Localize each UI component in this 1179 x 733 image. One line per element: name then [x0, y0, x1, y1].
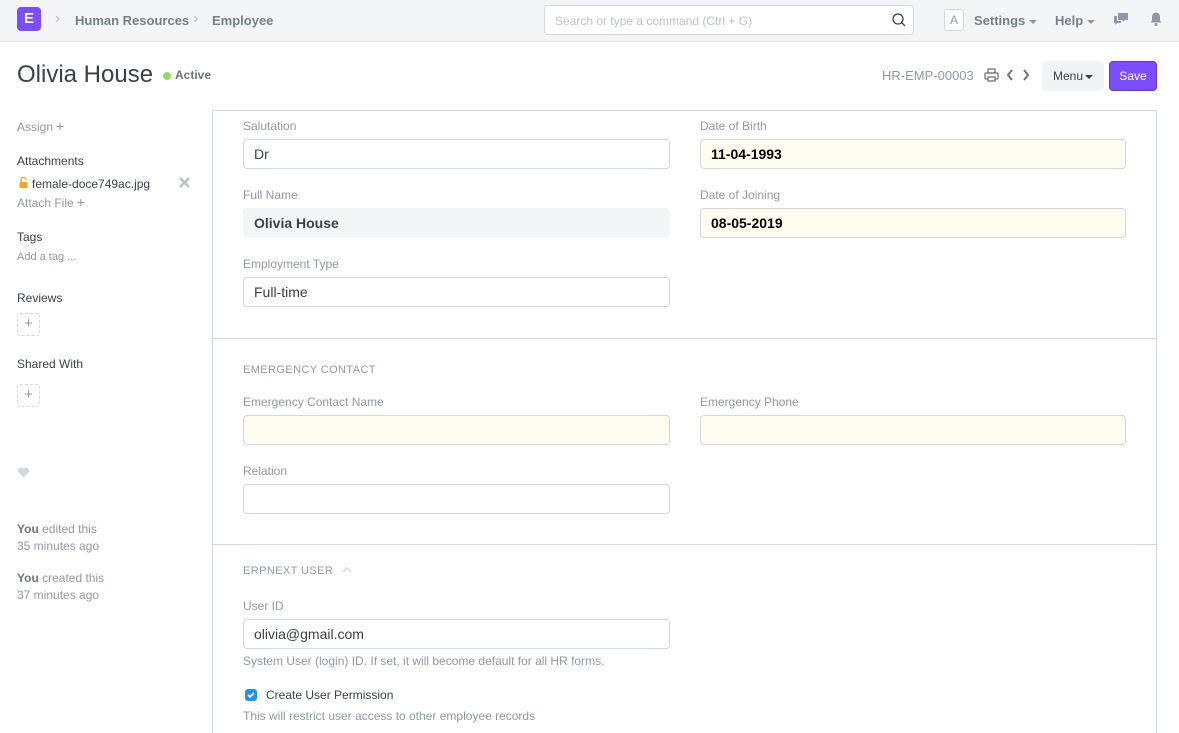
full-name-field: Olivia House [243, 208, 670, 238]
collapse-chevron-up-icon[interactable] [342, 566, 352, 574]
caret-down-icon [1085, 74, 1094, 79]
date-of-joining-field[interactable]: 08-05-2019 [700, 208, 1126, 238]
user-id-label: User ID [243, 599, 284, 613]
timeline-item-created: You created this 37 minutes ago [17, 570, 104, 604]
add-review-button[interactable]: + [17, 313, 40, 336]
previous-record-icon[interactable] [1005, 68, 1015, 82]
emergency-phone-field[interactable] [700, 415, 1126, 445]
caret-down-icon [1029, 19, 1038, 24]
plus-icon: + [76, 194, 85, 210]
emergency-phone-label: Emergency Phone [700, 395, 799, 409]
timeline-actor: You [17, 571, 39, 585]
date-of-birth-label: Date of Birth [700, 119, 767, 133]
create-user-permission-description: This will restrict user access to other … [243, 709, 536, 723]
status-badge: Active [175, 68, 212, 82]
status-indicator-dot [163, 72, 171, 80]
breadcrumb-chevron-icon: › [193, 10, 199, 27]
plus-icon: + [24, 315, 33, 332]
search-icon [892, 13, 906, 27]
chat-icon[interactable] [1113, 11, 1129, 27]
add-tag-button[interactable]: Add a tag ... [17, 251, 76, 263]
section-divider [212, 338, 1157, 339]
emergency-contact-name-field[interactable] [243, 415, 670, 445]
document-name: HR-EMP-00003 [882, 68, 974, 83]
section-divider [212, 544, 1157, 545]
plus-icon: + [56, 118, 65, 134]
page-title: Olivia House [17, 61, 154, 88]
menu-button[interactable]: Menu [1042, 61, 1104, 91]
plus-icon: + [24, 386, 33, 403]
like-heart-icon[interactable] [17, 466, 30, 478]
caret-down-icon [1087, 19, 1096, 24]
user-id-field[interactable]: olivia@gmail.com [243, 619, 670, 649]
salutation-label: Salutation [243, 119, 297, 133]
timeline-time: 37 minutes ago [17, 588, 100, 602]
menu-label: Menu [1052, 69, 1084, 83]
salutation-field[interactable]: Dr [243, 139, 670, 169]
assign-label: Assign [17, 120, 54, 134]
relation-field[interactable] [243, 484, 670, 514]
employment-type-field[interactable]: Full-time [243, 277, 670, 307]
timeline-item-edited: You edited this 35 minutes ago [17, 521, 99, 555]
create-user-permission-checkbox[interactable] [245, 689, 257, 701]
search-input[interactable]: Search or type a command (Ctrl + G) [544, 5, 914, 35]
settings-dropdown[interactable]: Settings [974, 13, 1038, 28]
timeline-action: edited this [38, 522, 97, 536]
attachment-link[interactable]: female-doce749ac.jpg [32, 177, 150, 191]
date-of-birth-field[interactable]: 11-04-1993 [700, 139, 1126, 169]
tags-heading: Tags [17, 230, 43, 244]
breadcrumb-human-resources[interactable]: Human Resources [75, 13, 189, 28]
attachments-heading: Attachments [17, 154, 84, 168]
navbar: E › Human Resources › Employee Search or… [0, 0, 1179, 42]
timeline-action: created this [38, 571, 105, 585]
remove-attachment-icon[interactable] [178, 176, 191, 189]
settings-label: Settings [974, 13, 1026, 28]
shared-with-heading: Shared With [17, 357, 84, 371]
save-button[interactable]: Save [1109, 61, 1157, 91]
next-record-icon[interactable] [1021, 68, 1031, 82]
print-icon[interactable] [984, 68, 999, 82]
erpnext-user-section-title[interactable]: ERPNEXT USER [243, 565, 333, 577]
assign-button[interactable]: Assign + [17, 118, 64, 134]
timeline-time: 35 minutes ago [17, 539, 100, 553]
employment-type-label: Employment Type [243, 257, 339, 271]
full-name-label: Full Name [243, 188, 298, 202]
reviews-heading: Reviews [17, 291, 63, 305]
breadcrumb-employee[interactable]: Employee [212, 13, 273, 28]
emergency-contact-section-title: EMERGENCY CONTACT [243, 364, 376, 376]
add-share-button[interactable]: + [17, 384, 40, 407]
date-of-joining-label: Date of Joining [700, 188, 781, 202]
user-id-description: System User (login) ID. If set, it will … [243, 654, 605, 668]
user-avatar[interactable]: A [944, 9, 964, 31]
create-user-permission-label[interactable]: Create User Permission [266, 688, 393, 702]
unlocked-icon [19, 177, 28, 188]
attach-file-button[interactable]: Attach File + [17, 194, 85, 210]
emergency-contact-name-label: Emergency Contact Name [243, 395, 384, 409]
help-dropdown[interactable]: Help [1055, 13, 1096, 28]
timeline-actor: You [17, 522, 39, 536]
relation-label: Relation [243, 464, 288, 478]
app-logo[interactable]: E [17, 7, 41, 31]
search-placeholder: Search or type a command (Ctrl + G) [555, 14, 753, 28]
help-label: Help [1055, 13, 1084, 28]
notification-bell-icon[interactable] [1148, 11, 1164, 27]
breadcrumb-chevron-icon: › [55, 10, 61, 27]
checkmark-icon [247, 692, 255, 699]
attach-file-label: Attach File [17, 196, 74, 210]
